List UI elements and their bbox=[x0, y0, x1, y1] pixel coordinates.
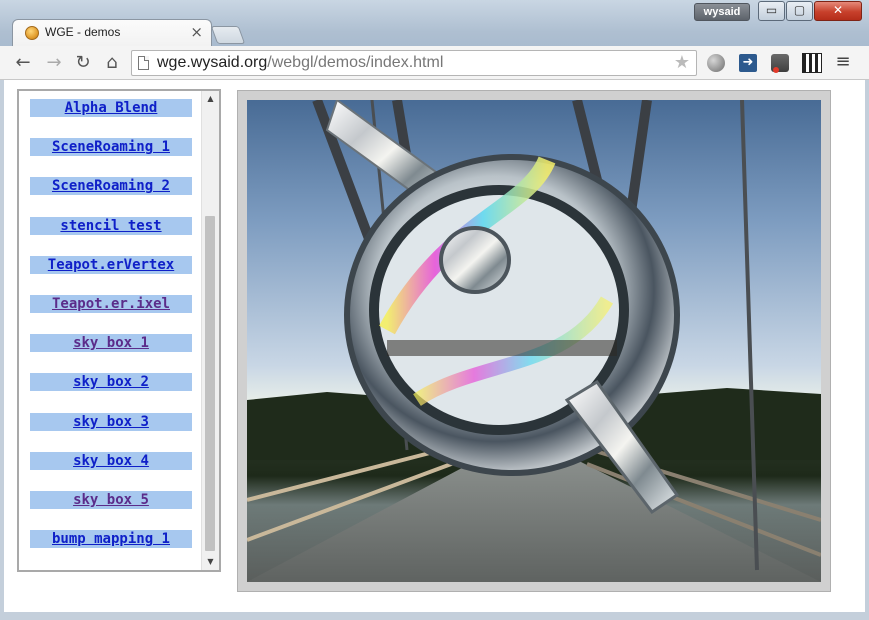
menu-icon[interactable]: ≡ bbox=[835, 53, 851, 71]
scroll-down-icon[interactable]: ▼ bbox=[202, 554, 219, 570]
demo-link[interactable]: SceneRoaming 1 bbox=[30, 138, 192, 156]
demo-link[interactable]: sky box 3 bbox=[30, 413, 192, 431]
arrow-icon[interactable]: ➜ bbox=[739, 54, 757, 72]
user-badge[interactable]: wysaid bbox=[694, 3, 750, 21]
qr-icon[interactable] bbox=[802, 53, 822, 73]
tab-title: WGE - demos bbox=[45, 25, 121, 39]
extension-icon[interactable] bbox=[771, 54, 789, 73]
window-frame-right bbox=[865, 80, 869, 615]
maximize-button[interactable]: ▢ bbox=[786, 1, 813, 21]
demo-link[interactable]: bump mapping 1 bbox=[30, 530, 192, 548]
favicon-icon bbox=[25, 26, 39, 40]
address-bar[interactable]: wge.wysaid.org/webgl/demos/index.html ★ bbox=[131, 50, 697, 76]
page-icon bbox=[138, 56, 149, 70]
bookmark-star-icon[interactable]: ★ bbox=[674, 52, 690, 73]
page-viewport: ▲ ▼ Alpha Blend SceneRoaming 1 SceneRoamin… bbox=[4, 80, 865, 615]
url-path: /webgl/demos/index.html bbox=[267, 54, 444, 71]
scroll-up-icon[interactable]: ▲ bbox=[202, 91, 219, 107]
demo-list: ▲ ▼ Alpha Blend SceneRoaming 1 SceneRoamin… bbox=[17, 89, 221, 572]
demo-link[interactable]: Alpha Blend bbox=[30, 99, 192, 117]
back-icon[interactable]: ← bbox=[12, 52, 34, 74]
browser-toolbar: ← → ↻ ⌂ wge.wysaid.org/webgl/demos/index… bbox=[0, 46, 869, 80]
demo-link[interactable]: Teapot.er.ixel bbox=[30, 295, 192, 313]
demo-link[interactable]: SceneRoaming 2 bbox=[30, 177, 192, 195]
tab-wge-demos[interactable]: WGE - demos × bbox=[12, 19, 212, 46]
title-bar: WGE - demos × wysaid ▭ ▢ ✕ bbox=[0, 0, 869, 46]
demo-link[interactable]: Teapot.erVertex bbox=[30, 256, 192, 274]
demo-link[interactable]: sky box 5 bbox=[30, 491, 192, 509]
globe-icon[interactable] bbox=[707, 54, 725, 72]
minimize-button[interactable]: ▭ bbox=[758, 1, 785, 21]
home-icon[interactable]: ⌂ bbox=[101, 52, 123, 74]
list-scrollbar[interactable]: ▲ ▼ bbox=[201, 91, 219, 570]
webgl-canvas-frame bbox=[237, 90, 831, 592]
window-frame-bottom bbox=[0, 612, 869, 620]
scroll-thumb[interactable] bbox=[205, 216, 215, 551]
new-tab-button[interactable] bbox=[210, 26, 246, 44]
url-host: wge.wysaid.org bbox=[157, 54, 268, 71]
demo-link[interactable]: stencil test bbox=[30, 217, 192, 235]
reload-icon[interactable]: ↻ bbox=[72, 52, 94, 74]
demo-link[interactable]: sky box 1 bbox=[30, 334, 192, 352]
close-window-button[interactable]: ✕ bbox=[814, 1, 862, 21]
tab-close-icon[interactable]: × bbox=[190, 23, 203, 41]
url-text[interactable]: wge.wysaid.org/webgl/demos/index.html bbox=[157, 54, 443, 72]
demo-link[interactable]: sky box 4 bbox=[30, 452, 192, 470]
forward-icon[interactable]: → bbox=[43, 52, 65, 74]
teapot-render-image bbox=[247, 100, 821, 582]
demo-link[interactable]: sky box 2 bbox=[30, 373, 192, 391]
webgl-canvas[interactable] bbox=[247, 100, 821, 582]
